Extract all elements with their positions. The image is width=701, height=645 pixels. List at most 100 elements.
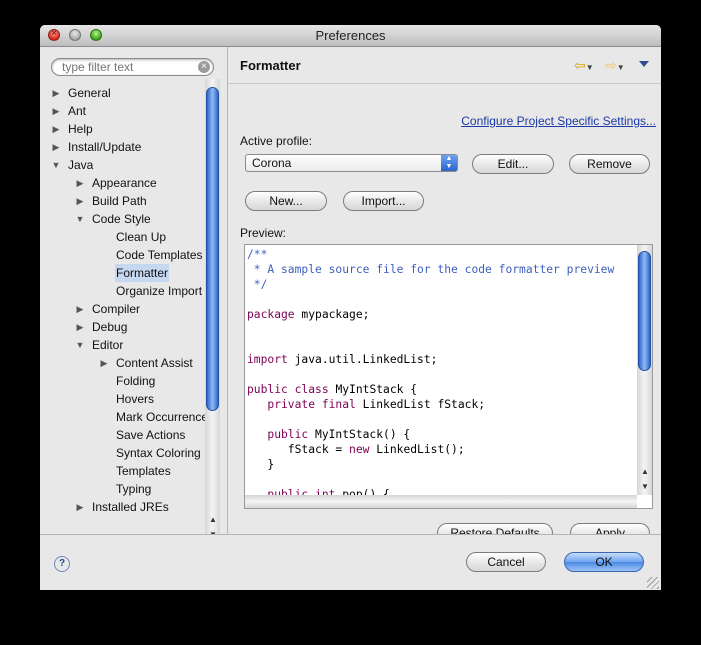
tree-item[interactable]: ▶ Appearance — [40, 174, 205, 192]
profile-select[interactable]: Corona ▲ ▼ — [245, 154, 458, 172]
disclosure-collapsed-icon[interactable]: ▶ — [51, 102, 61, 120]
tree-item-label: Mark Occurrences — [116, 410, 205, 424]
tree-item[interactable]: Clean Up — [40, 228, 205, 246]
tree-item[interactable]: ▶ Ant — [40, 102, 205, 120]
tree-item[interactable]: Mark Occurrences — [40, 408, 205, 426]
tree-item[interactable]: ▶ Installed JREs — [40, 498, 205, 516]
tree-item[interactable]: ▶ Content Assist — [40, 354, 205, 372]
tree-scroll-up-icon[interactable]: ▲ — [206, 513, 220, 527]
tree-item-label: Code Style — [92, 212, 151, 226]
formatter-page: Formatter ⇦▼ ⇨▼ Configure Project Specif… — [228, 47, 661, 543]
tree-item-label: Help — [68, 122, 93, 136]
filter-input[interactable] — [62, 60, 192, 74]
back-arrow-icon[interactable]: ⇦▼ — [574, 57, 594, 74]
preview-vertical-scroll-thumb[interactable] — [638, 251, 651, 371]
disclosure-collapsed-icon[interactable]: ▶ — [75, 174, 85, 192]
edit-profile-button[interactable]: Edit... — [472, 154, 554, 174]
tree-item-label: General — [68, 87, 111, 100]
code-line: */ — [247, 277, 268, 292]
window-title: Preferences — [315, 28, 386, 43]
tree-item-label: Installed JREs — [92, 500, 169, 514]
tree-vertical-scroll-thumb[interactable] — [206, 87, 219, 411]
remove-profile-button[interactable]: Remove — [569, 154, 650, 174]
profile-select-value: Corona — [252, 156, 292, 170]
dialog-footer: ? Cancel OK — [40, 534, 661, 590]
tree-item[interactable]: ▼ Java — [40, 156, 205, 174]
code-text: fStack = — [247, 443, 350, 456]
tree-item[interactable]: ▶ Build Path — [40, 192, 205, 210]
view-menu-icon[interactable] — [639, 61, 649, 67]
disclosure-expanded-icon[interactable]: ▼ — [75, 210, 85, 228]
code-line: /** — [247, 247, 267, 262]
disclosure-collapsed-icon[interactable]: ▶ — [51, 87, 61, 102]
tree-item-label: Clean Up — [116, 230, 167, 244]
help-icon[interactable]: ? — [54, 556, 70, 572]
tree-item[interactable]: Save Actions — [40, 426, 205, 444]
disclosure-expanded-icon[interactable]: ▼ — [75, 336, 85, 354]
code-comment: /** — [247, 248, 268, 261]
resize-grip-icon[interactable] — [647, 577, 659, 589]
clear-filter-icon[interactable]: × — [198, 61, 210, 73]
cancel-button[interactable]: Cancel — [466, 552, 546, 572]
preview-scroll-down-icon[interactable]: ▼ — [638, 480, 652, 494]
tree-item[interactable]: Code Templates — [40, 246, 205, 264]
tree-item-label: Java — [68, 158, 94, 172]
tree-item-label: Folding — [116, 374, 156, 388]
import-profile-button[interactable]: Import... — [343, 191, 424, 211]
preview-horizontal-scrollbar[interactable] — [245, 495, 637, 508]
code-comment: */ — [247, 278, 268, 291]
tree-item-label: Hovers — [116, 392, 155, 406]
disclosure-collapsed-icon[interactable]: ▶ — [75, 318, 85, 336]
tree-item[interactable]: Hovers — [40, 390, 205, 408]
tree-item[interactable]: ▶ General — [40, 87, 205, 102]
tree-vertical-scrollbar[interactable]: ▲ ▼ — [205, 79, 220, 543]
tree-item[interactable]: Typing — [40, 480, 205, 498]
tree-item[interactable]: Formatter — [40, 264, 205, 282]
preview-scroll-up-icon[interactable]: ▲ — [638, 465, 652, 479]
tree-item-label: Compiler — [92, 302, 141, 316]
forward-arrow-icon[interactable]: ⇨▼ — [605, 57, 625, 74]
code-keyword: new — [349, 443, 370, 456]
disclosure-collapsed-icon[interactable]: ▶ — [75, 300, 85, 318]
disclosure-collapsed-icon[interactable]: ▶ — [51, 120, 61, 138]
chevron-up-down-icon: ▲ ▼ — [441, 155, 457, 171]
tree-item[interactable]: Folding — [40, 372, 205, 390]
tree-item[interactable]: ▼ Editor — [40, 336, 205, 354]
tree-item-label: Editor — [92, 338, 124, 352]
disclosure-expanded-icon[interactable]: ▼ — [51, 156, 61, 174]
tree-item[interactable]: Syntax Coloring — [40, 444, 205, 462]
disclosure-collapsed-icon[interactable]: ▶ — [99, 354, 109, 372]
tree-item[interactable]: ▶ Debug — [40, 318, 205, 336]
disclosure-collapsed-icon[interactable]: ▶ — [75, 192, 85, 210]
tree-item[interactable]: Organize Import — [40, 282, 205, 300]
preview-vertical-scrollbar[interactable]: ▲ ▼ — [637, 245, 652, 495]
code-text: java.util.LinkedList; — [287, 353, 438, 366]
code-keyword: public — [267, 428, 309, 441]
filter-field[interactable]: × — [51, 58, 214, 76]
code-text: MyIntStack() { — [308, 428, 411, 441]
new-profile-button[interactable]: New... — [245, 191, 327, 211]
tree-item[interactable]: ▶ Install/Update — [40, 138, 205, 156]
tree-item[interactable]: ▶ Help — [40, 120, 205, 138]
tree-item[interactable]: Templates — [40, 462, 205, 480]
code-line: public class MyIntStack { — [247, 382, 417, 397]
code-preview[interactable]: /** * A sample source file for the code … — [244, 244, 653, 509]
code-line: fStack = new LinkedList(); — [247, 442, 465, 457]
tree-item-label: Install/Update — [68, 140, 142, 154]
ok-button[interactable]: OK — [564, 552, 644, 572]
active-profile-label: Active profile: — [240, 134, 313, 148]
tree-item[interactable]: ▼ Code Style — [40, 210, 205, 228]
disclosure-collapsed-icon[interactable]: ▶ — [51, 138, 61, 156]
code-keyword: private — [267, 398, 316, 411]
code-keyword: class — [294, 383, 329, 396]
disclosure-collapsed-icon[interactable]: ▶ — [75, 498, 85, 516]
code-comment: * A sample source file for the code form… — [247, 263, 615, 276]
tree-item[interactable]: ▶ Compiler — [40, 300, 205, 318]
tree-item-label: Organize Import — [116, 284, 203, 298]
code-keyword: import — [247, 353, 288, 366]
title-bar[interactable]: × Preferences — [40, 25, 661, 47]
configure-project-settings-link[interactable]: Configure Project Specific Settings... — [461, 114, 656, 128]
tree-item-label: Appearance — [92, 176, 157, 190]
